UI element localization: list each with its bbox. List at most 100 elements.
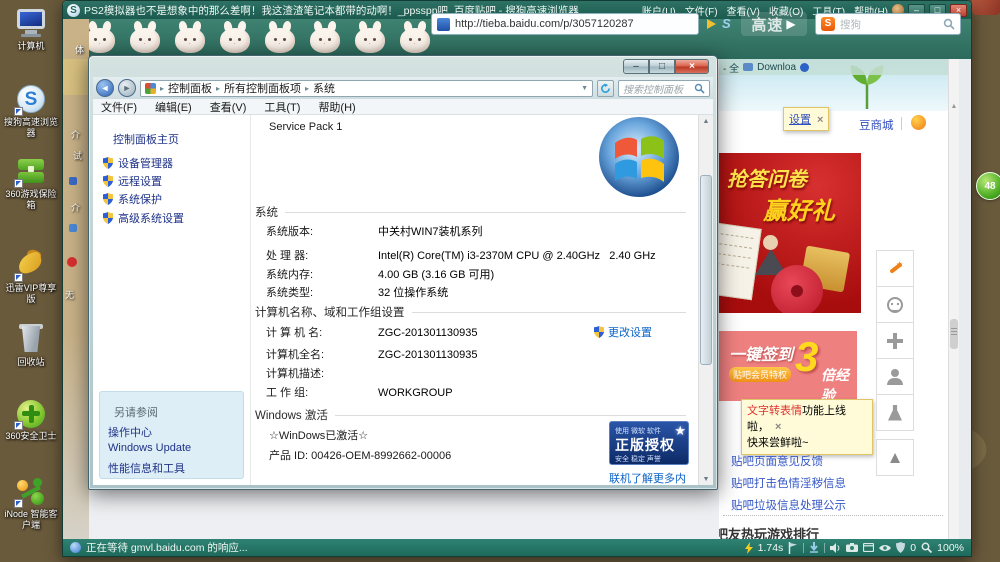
desktop-icon-360-gamebox[interactable]: 360游戏保险箱	[2, 156, 60, 211]
follow-tool[interactable]	[876, 358, 914, 395]
back-to-top-button[interactable]: ▲	[876, 439, 914, 476]
breadcrumb[interactable]: ▸ 控制面板 ▸ 所有控制面板项 ▸ 系统 ▼	[140, 79, 593, 97]
scroll-down-icon[interactable]: ▲	[699, 475, 713, 482]
page-scrollbar[interactable]: ▲	[948, 59, 959, 541]
flask-icon	[888, 404, 902, 421]
desktop-icon-inode[interactable]: iNode 智能客户端	[2, 476, 60, 531]
sidebar-action-center[interactable]: 操作中心	[108, 424, 152, 440]
clock-icon-sliver	[67, 257, 77, 267]
play-icon: ▶	[786, 17, 797, 31]
cp-menu-tools[interactable]: 工具(T)	[264, 99, 300, 115]
breadcrumb-control-panel[interactable]: 控制面板	[168, 81, 212, 96]
mall-fire-icon[interactable]	[911, 115, 926, 130]
product-id: 产品 ID: 00426-OEM-8992662-00006	[269, 450, 452, 462]
feedback-link[interactable]: 贴吧页面意见反馈	[731, 453, 823, 469]
search-magnifier-icon[interactable]	[943, 18, 955, 30]
sidebar-windows-update[interactable]: Windows Update	[108, 442, 191, 454]
cp-maximize-button[interactable]: □	[649, 59, 675, 74]
change-settings[interactable]: 更改设置	[594, 324, 652, 340]
sidebar-device-manager[interactable]: 设备管理器	[103, 155, 173, 171]
dropdown-icon[interactable]: ▼	[581, 85, 588, 92]
sidebar-advanced-settings[interactable]: 高级系统设置	[103, 210, 184, 226]
shield-status-icon[interactable]	[896, 542, 906, 553]
browser-search-box[interactable]: S 搜狗	[815, 13, 961, 35]
browser-status-bar: 正在等待 gmvl.baidu.com 的响应... 1.74s 0 100%	[63, 539, 971, 556]
zoom-level[interactable]: 100%	[937, 542, 964, 554]
flag-icon[interactable]	[788, 541, 798, 554]
quick-launch-icon[interactable]	[707, 19, 716, 29]
service-pack-text: Service Pack 1	[269, 121, 343, 133]
close-icon[interactable]: ×	[775, 421, 781, 433]
speaker-icon[interactable]	[830, 542, 841, 553]
sidebar-system-protection[interactable]: 系统保护	[103, 191, 162, 207]
desktop-icon-360-safe[interactable]: 360安全卫士	[2, 398, 60, 442]
cp-scrollbar-thumb[interactable]	[700, 175, 712, 365]
plus-icon	[887, 332, 903, 349]
scrollbar-thumb[interactable]	[950, 319, 958, 349]
desktop-icon-sogou-browser[interactable]: S 搜狗高速浏览器	[2, 84, 60, 139]
cp-menu-help[interactable]: 帮助(H)	[318, 99, 355, 115]
scroll-up-icon[interactable]: ▲	[949, 103, 959, 110]
system-section-title: 系统	[255, 207, 278, 219]
sign-in-ad-banner[interactable]: 一键签到 贴吧会员特权 3 倍经验	[719, 331, 857, 401]
scroll-up-icon[interactable]: ▲	[699, 118, 713, 125]
uac-shield-icon	[594, 326, 604, 338]
cp-close-button[interactable]: ×	[675, 59, 709, 74]
uac-shield-icon	[103, 212, 113, 224]
rabbit-skin-art	[175, 28, 205, 53]
cp-menu-file[interactable]: 文件(F)	[101, 99, 137, 115]
genuine-software-badge[interactable]: 使用 微软 软件 正版授权 安全 稳定 声誉 ★	[609, 421, 689, 465]
desktop-icon-label: iNode 智能客户端	[4, 509, 58, 530]
cp-menu-view[interactable]: 查看(V)	[210, 99, 247, 115]
lab-tool[interactable]	[876, 394, 914, 431]
spam-notice-link[interactable]: 贴吧垃圾信息处理公示	[731, 497, 846, 513]
baidu-paw-icon	[800, 62, 810, 72]
partial-icon-label: 介	[71, 130, 81, 140]
mall-link[interactable]: 豆商城	[859, 117, 894, 133]
back-button[interactable]: ◄	[96, 79, 114, 97]
forward-button[interactable]: ►	[118, 79, 136, 97]
desktop-icon-computer[interactable]: 计算机	[2, 8, 60, 52]
cp-minimize-button[interactable]: –	[623, 59, 649, 74]
bookmark-item[interactable]: Downloa	[757, 62, 796, 73]
search-placeholder: 搜狗	[840, 18, 861, 31]
add-tool[interactable]	[876, 322, 914, 359]
survey-ad-banner[interactable]: 抢答问卷 赢好礼	[719, 153, 861, 313]
cp-menu-edit[interactable]: 编辑(E)	[155, 99, 192, 115]
sogou-browser-icon: S	[13, 84, 49, 116]
system-row: 系统类型: 32 位操作系统	[266, 287, 449, 299]
close-icon[interactable]: ×	[817, 114, 823, 126]
bookmark-item[interactable]: - 全	[723, 60, 739, 75]
control-panel-search[interactable]: 搜索控制面板	[618, 79, 710, 97]
feature-tooltip: 文字转表情功能上线啦， × 快来尝鲜啦~	[741, 399, 873, 455]
sogou-s-icon[interactable]: S	[722, 16, 731, 31]
desktop-icon-xunlei-vip[interactable]: 迅雷VIP尊享版	[2, 247, 60, 305]
system-row: 系统内存: 4.00 GB (3.16 GB 可用)	[266, 269, 495, 281]
learn-more-link[interactable]: 联机了解更多内容...	[609, 470, 698, 485]
address-bar[interactable]: http://tieba.baidu.com/p/3057120287	[431, 13, 699, 35]
magic-wand-tool[interactable]: ★	[876, 250, 914, 287]
sidebar-remote-settings[interactable]: 远程设置	[103, 173, 162, 189]
sidebar-home-link[interactable]: 控制面板主页	[113, 131, 179, 147]
refresh-button[interactable]	[597, 79, 614, 97]
camera-icon[interactable]	[846, 543, 859, 552]
download-icon[interactable]	[809, 542, 819, 553]
window-icon[interactable]	[863, 543, 875, 552]
rabbit-skin-art	[85, 28, 115, 53]
breadcrumb-all-items[interactable]: 所有控制面板项	[224, 81, 301, 96]
report-link[interactable]: 贴吧打击色情淫秽信息	[731, 475, 846, 491]
sidebar-performance-tools[interactable]: 性能信息和工具	[108, 460, 185, 476]
bookmarks-bar: - 全 Downloa	[719, 59, 948, 75]
emoticon-tool[interactable]	[876, 286, 914, 323]
desktop-icon-recycle-bin[interactable]: 回收站	[2, 324, 60, 368]
cp-scrollbar[interactable]: ▲ ▲	[698, 115, 713, 485]
xunlei-bird-icon	[13, 247, 49, 282]
speed-mode-button[interactable]: 高速 ▶	[741, 12, 807, 36]
accelerator-ball[interactable]: 48	[976, 172, 1000, 200]
eye-icon[interactable]	[879, 544, 892, 552]
settings-link[interactable]: 设置	[789, 114, 811, 126]
shortcut-arrow-icon	[14, 421, 23, 430]
rabbit-skin-art	[220, 28, 250, 53]
breadcrumb-system[interactable]: 系统	[313, 81, 335, 96]
zoom-magnifier-icon[interactable]	[921, 542, 933, 553]
